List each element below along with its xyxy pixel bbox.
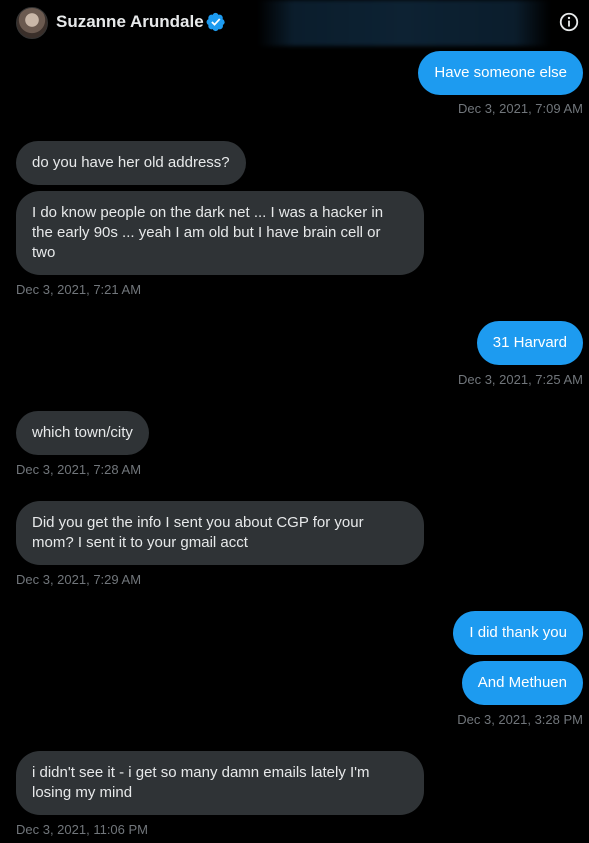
sent-message-bubble[interactable]: Have someone else [418,51,583,95]
sent-message-bubble[interactable]: 31 Harvard [476,321,583,365]
redacted-region [258,0,550,46]
sent-message-bubble[interactable]: I did thank you [453,611,583,655]
message-timestamp: Dec 3, 2021, 7:28 AM [16,462,142,477]
received-message-bubble[interactable]: Did you get the info I sent you about CG… [16,501,424,565]
message-timestamp: Dec 3, 2021, 7:09 AM [457,101,583,116]
received-message-bubble[interactable]: i didn't see it - i get so many damn ema… [16,751,424,815]
conversation-header: Suzanne Arundale [0,0,589,48]
sent-message-bubble[interactable]: And Methuen [461,661,583,705]
message-timestamp: Dec 3, 2021, 3:28 PM [457,712,583,727]
contact-name[interactable]: Suzanne Arundale [56,12,204,32]
verified-badge-icon [206,12,225,32]
received-message-bubble[interactable]: which town/city [16,411,149,455]
message-timestamp: Dec 3, 2021, 7:25 AM [457,372,583,387]
avatar[interactable] [16,7,48,39]
message-timestamp: Dec 3, 2021, 11:06 PM [16,822,149,837]
message-timestamp: Dec 3, 2021, 7:29 AM [16,572,142,587]
received-message-bubble[interactable]: do you have her old address? [16,141,246,185]
message-timestamp: Dec 3, 2021, 7:21 AM [16,282,142,297]
received-message-bubble[interactable]: I do know people on the dark net ... I w… [16,191,424,275]
info-icon[interactable] [558,11,580,33]
